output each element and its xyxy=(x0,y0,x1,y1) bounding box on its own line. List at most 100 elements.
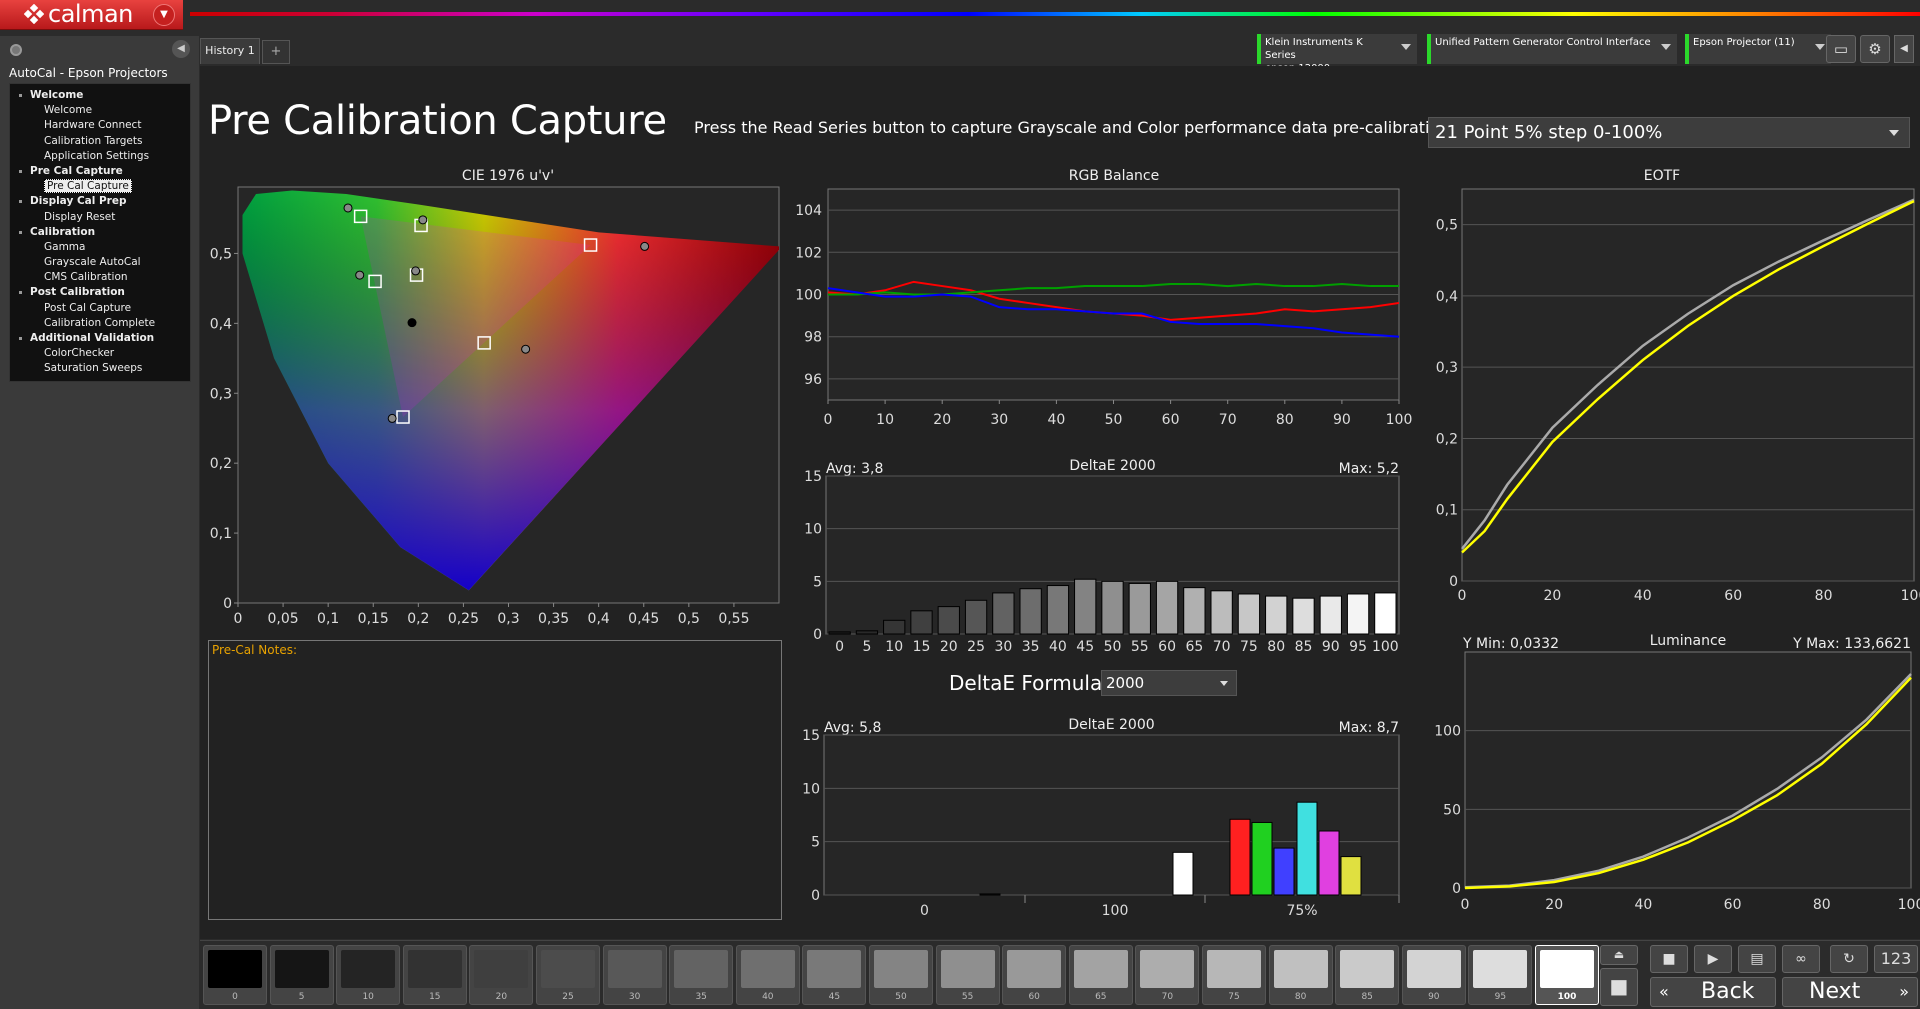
swatch-30[interactable]: 30 xyxy=(602,945,667,1005)
sidebar-item-pre-cal-capture[interactable]: Pre Cal Capture xyxy=(10,179,190,194)
swatch-95[interactable]: 95 xyxy=(1468,945,1533,1005)
de1-x-tick-label: 40 xyxy=(1049,639,1067,655)
cie-y-tick-label: 0 xyxy=(223,596,232,612)
pattern-generator-selector[interactable]: Unified Pattern Generator Control Interf… xyxy=(1427,34,1677,64)
swatch-70[interactable]: 70 xyxy=(1135,945,1200,1005)
sidebar-item-welcome[interactable]: Welcome xyxy=(10,88,190,103)
swatch-label: 40 xyxy=(762,992,774,1002)
notes-textarea[interactable] xyxy=(208,640,782,920)
pin-icon[interactable] xyxy=(10,44,22,56)
swatch-label: 35 xyxy=(695,992,707,1002)
sidebar-item-calibration-targets[interactable]: Calibration Targets xyxy=(10,134,190,149)
sidebar-item-hardware-connect[interactable]: Hardware Connect xyxy=(10,118,190,133)
de1-x-tick-label: 0 xyxy=(835,639,844,655)
sidebar-item-display-reset[interactable]: Display Reset xyxy=(10,210,190,225)
swatch-0[interactable]: 0 xyxy=(203,945,267,1005)
double-chevron-right-icon: » xyxy=(1899,982,1909,1001)
sidebar-item-display-cal-prep[interactable]: Display Cal Prep xyxy=(10,194,190,209)
swatch-45[interactable]: 45 xyxy=(802,945,867,1005)
series-select[interactable]: 21 Point 5% step 0-100% xyxy=(1428,117,1910,148)
cie-y-tick-label: 0,4 xyxy=(210,316,232,332)
eotf-chart[interactable]: 00,10,20,30,40,5020406080100 xyxy=(1420,184,1920,614)
de2-y-tick-label: 10 xyxy=(802,781,820,797)
swatch-25[interactable]: 25 xyxy=(536,945,600,1005)
swatch-55[interactable]: 55 xyxy=(935,945,1000,1005)
next-button[interactable]: Next » xyxy=(1782,977,1918,1007)
sidebar-item-cms-calibration[interactable]: CMS Calibration xyxy=(10,270,190,285)
eotf-y-tick-label: 0,2 xyxy=(1436,431,1458,447)
swatch-label: 45 xyxy=(828,992,841,1002)
refresh-icon[interactable]: ↻ xyxy=(1830,945,1868,973)
loop-icon[interactable]: ∞ xyxy=(1782,945,1820,973)
eject-icon[interactable]: ⏏ xyxy=(1600,945,1638,965)
eotf-title: EOTF xyxy=(1643,168,1681,184)
display-selector[interactable]: Epson Projector (11) xyxy=(1685,34,1831,64)
swatch-65[interactable]: 65 xyxy=(1068,945,1133,1005)
sidebar-item-colorchecker[interactable]: ColorChecker xyxy=(10,346,190,361)
swatch-40[interactable]: 40 xyxy=(735,945,800,1005)
sidebar-item-label: Hardware Connect xyxy=(44,119,142,132)
swatch-15[interactable]: 15 xyxy=(402,945,467,1005)
swatch-20[interactable]: 20 xyxy=(469,945,534,1005)
luminance-chart[interactable]: Luminance Y Min: 0,0332 Y Max: 133,6621 0 50… xyxy=(1420,630,1920,920)
swatch-35[interactable]: 35 xyxy=(669,945,734,1005)
read-continuous-button[interactable]: ■ xyxy=(1600,968,1638,1006)
swatch-color xyxy=(807,950,862,988)
de1-bar xyxy=(964,599,988,635)
swatch-80[interactable]: 80 xyxy=(1268,945,1333,1005)
sidebar-item-label: Calibration xyxy=(30,225,96,238)
chevron-down-icon xyxy=(1401,44,1411,50)
sidebar-item-label: Display Cal Prep xyxy=(30,195,127,208)
cie-x-tick-label: 0,25 xyxy=(448,611,479,627)
rgb-balance-chart[interactable]: 96 98 100 102 104 0 10 20 30 40 50 60 70 80 90 100 xyxy=(790,184,1420,434)
de1-bar xyxy=(1155,580,1179,635)
sidebar-item-grayscale-autocal[interactable]: Grayscale AutoCal xyxy=(10,255,190,270)
de1-x-tick-label: 95 xyxy=(1349,639,1367,655)
play-icon[interactable]: ▶ xyxy=(1694,945,1732,973)
de1-max-label: Max: 5,2 xyxy=(1339,461,1399,477)
sidebar-item-gamma[interactable]: Gamma xyxy=(10,240,190,255)
color-deltae-chart[interactable]: DeltaE 2000 Avg: 5,8 Max: 8,7 0 5 10 15 0 100 75% xyxy=(790,715,1420,920)
cie-chart[interactable]: 0 0,05 0,1 0,15 0,2 0,25 0,3 0,35 0,4 0,45 0,5 0,55… xyxy=(200,184,790,634)
swatch-color xyxy=(474,950,529,988)
deltae-formula-select[interactable]: 2000 xyxy=(1101,670,1237,696)
swatch-90[interactable]: 90 xyxy=(1401,945,1466,1005)
swatch-85[interactable]: 85 xyxy=(1335,945,1400,1005)
sidebar-item-additional-validation[interactable]: Additional Validation xyxy=(10,331,190,346)
gear-icon[interactable]: ⚙ xyxy=(1860,35,1890,63)
tab-history-1[interactable]: History 1 xyxy=(200,38,260,64)
swatch-label: 5 xyxy=(298,992,305,1002)
sidebar-item-welcome[interactable]: Welcome xyxy=(10,103,190,118)
meter-selector[interactable]: Klein Instruments K Series epson 12000 xyxy=(1257,34,1417,74)
sidebar-item-calibration[interactable]: Calibration xyxy=(10,225,190,240)
rgb-x-tick-label: 0 xyxy=(824,412,833,428)
de1-bar xyxy=(1374,592,1397,635)
add-tab-button[interactable]: + xyxy=(262,40,290,64)
collapse-sidebar-icon[interactable]: ◀ xyxy=(172,40,190,58)
de1-x-tick-label: 20 xyxy=(940,639,958,655)
back-button[interactable]: « Back xyxy=(1650,977,1776,1007)
collapse-right-icon[interactable]: ◀ xyxy=(1894,35,1914,63)
swatch-100[interactable]: 100 xyxy=(1535,945,1599,1005)
sidebar-item-post-cal-capture[interactable]: Post Cal Capture xyxy=(10,301,190,316)
eotf-x-tick-label: 80 xyxy=(1815,588,1833,604)
lum-x-tick-label: 20 xyxy=(1545,897,1563,913)
swatch-10[interactable]: 10 xyxy=(336,945,401,1005)
sidebar-item-pre-cal-capture[interactable]: Pre Cal Capture xyxy=(10,164,190,179)
swatch-75[interactable]: 75 xyxy=(1202,945,1266,1005)
chevron-down-icon[interactable]: ▼ xyxy=(153,4,175,26)
swatch-50[interactable]: 50 xyxy=(869,945,933,1005)
swatch-5[interactable]: 5 xyxy=(269,945,334,1005)
swatch-60[interactable]: 60 xyxy=(1002,945,1067,1005)
sidebar-item-application-settings[interactable]: Application Settings xyxy=(10,149,190,164)
de1-x-tick-label: 30 xyxy=(994,639,1012,655)
sidebar-item-post-calibration[interactable]: Post Calibration xyxy=(10,285,190,300)
calman-logo-button[interactable]: calman ▼ xyxy=(0,0,183,30)
read-series-icon[interactable]: ▤ xyxy=(1738,945,1776,973)
de2-bar xyxy=(1229,818,1251,896)
stop-icon[interactable]: ■ xyxy=(1650,945,1688,973)
grayscale-deltae-chart[interactable]: DeltaE 2000 Avg: 3,8 Max: 5,2 0 5 10 15 0 5 10 15 2… xyxy=(790,456,1420,656)
sidebar-item-saturation-sweeps[interactable]: Saturation Sweeps xyxy=(10,361,190,376)
sidebar-item-calibration-complete[interactable]: Calibration Complete xyxy=(10,316,190,331)
display-control-button[interactable]: ▭ xyxy=(1826,35,1856,63)
